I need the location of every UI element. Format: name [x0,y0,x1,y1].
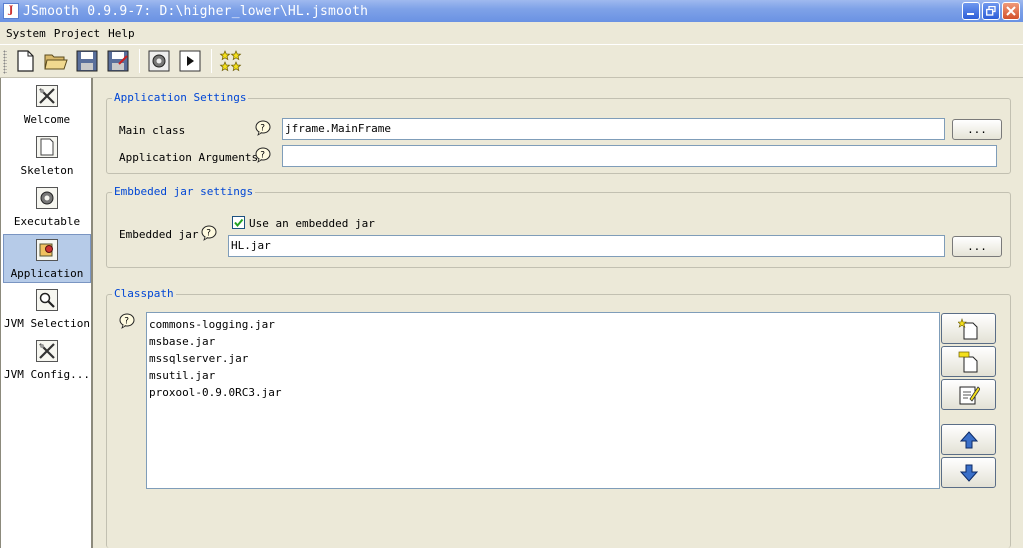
use-embedded-jar-checkbox[interactable] [232,216,245,229]
svg-text:?: ? [124,317,129,327]
sidebar-item-skeleton[interactable]: Skeleton [3,132,91,181]
save-as-button[interactable] [105,48,131,74]
gear-icon [36,187,58,209]
arguments-field[interactable] [282,145,997,167]
add-classpath-button[interactable] [941,313,996,344]
about-button[interactable] [218,48,244,74]
new-project-button[interactable] [12,48,38,74]
edit-classpath-button[interactable] [941,379,996,410]
run-icon [179,50,201,72]
save-icon [76,50,98,72]
menu-project[interactable]: Project [52,27,106,40]
sidebar-item-executable[interactable]: Executable [3,183,91,232]
group-title: Classpath [112,287,176,300]
main-class-field[interactable]: jframe.MainFrame [282,118,945,140]
sidebar-item-label: JVM Selection [3,317,91,330]
move-up-icon [959,430,978,448]
embedded-jar-group: Embbeded jar settings Embedded jar ? Use… [106,185,1011,268]
compile-gear-icon [148,50,170,72]
minimize-button[interactable] [962,2,980,20]
embedded-jar-label: Embedded jar [119,228,199,241]
sidebar-item-welcome[interactable]: Welcome [3,81,91,130]
add-folder-icon [958,351,977,372]
sidebar-item-label: JVM Config... [3,368,91,381]
menu-bar: System Project Help [0,22,1023,44]
sidebar: Welcome Skeleton Executable Application … [0,78,93,548]
toolbar-grip[interactable] [3,50,7,74]
list-item[interactable]: msutil.jar [149,367,937,384]
main-panel: Application Settings Main class ? jframe… [95,78,1023,548]
open-project-button[interactable] [43,48,69,74]
add-folder-classpath-button[interactable] [941,346,996,377]
edit-icon [959,385,980,404]
main-class-label: Main class [119,124,186,137]
classpath-list[interactable]: commons-logging.jar msbase.jar mssqlserv… [146,312,940,489]
help-icon[interactable]: ? [255,120,271,136]
move-up-button[interactable] [941,424,996,455]
classpath-group: Classpath ? commons-logging.jar msbase.j… [106,287,1011,548]
compile-button[interactable] [146,48,172,74]
restore-icon [986,6,996,16]
group-title: Embbeded jar settings [112,185,256,198]
embedded-jar-browse-button[interactable]: ... [952,236,1002,257]
menu-help[interactable]: Help [106,27,141,40]
save-project-button[interactable] [74,48,100,74]
page-icon [36,136,58,158]
toolbar-separator [211,49,212,73]
new-file-icon [17,50,34,72]
magnifier-icon [36,289,58,311]
sidebar-item-label: Executable [13,215,81,228]
help-icon[interactable]: ? [119,313,135,329]
minimize-icon [967,13,974,15]
close-icon [1006,6,1016,16]
add-icon [957,317,977,339]
application-icon [36,239,58,261]
window-title: JSmooth 0.9.9-7: D:\higher_lower\HL.jsmo… [23,3,369,19]
arguments-label: Application Arguments [119,151,259,164]
help-icon[interactable]: ? [255,147,271,163]
move-down-icon [959,464,978,482]
sidebar-item-jvm-config[interactable]: JVM Config... [3,336,91,385]
menu-system[interactable]: System [4,27,52,40]
list-item[interactable]: msbase.jar [149,333,937,350]
toolbar [0,44,1023,78]
sidebar-item-label: Application [10,267,84,280]
save-as-icon [107,50,129,72]
svg-text:?: ? [260,124,265,134]
svg-text:?: ? [260,151,265,161]
sidebar-item-jvm-selection[interactable]: JVM Selection [3,285,91,334]
use-embedded-jar-label[interactable]: Use an embedded jar [249,217,375,230]
application-settings-group: Application Settings Main class ? jframe… [106,91,1011,174]
checkmark-icon [234,218,244,228]
svg-text:?: ? [206,229,211,239]
stars-icon [219,50,242,72]
toolbar-separator [139,49,140,73]
restore-button[interactable] [982,2,1000,20]
list-item[interactable]: commons-logging.jar [149,316,937,333]
close-button[interactable] [1002,2,1020,20]
main-class-browse-button[interactable]: ... [952,119,1002,140]
tools-icon [36,85,58,107]
list-item[interactable]: proxool-0.9.0RC3.jar [149,384,937,401]
move-down-button[interactable] [941,457,996,488]
sidebar-item-label: Skeleton [20,164,74,177]
run-button[interactable] [177,48,203,74]
group-title: Application Settings [112,91,249,104]
title-bar: J JSmooth 0.9.9-7: D:\higher_lower\HL.js… [0,0,1023,22]
tools-icon [36,340,58,362]
open-folder-icon [44,54,68,70]
sidebar-item-label: Welcome [23,113,71,126]
help-icon[interactable]: ? [201,225,217,241]
embedded-jar-field[interactable]: HL.jar [228,235,945,257]
java-cup-icon: J [3,3,19,19]
list-item[interactable]: mssqlserver.jar [149,350,937,367]
sidebar-item-application[interactable]: Application [3,234,91,283]
